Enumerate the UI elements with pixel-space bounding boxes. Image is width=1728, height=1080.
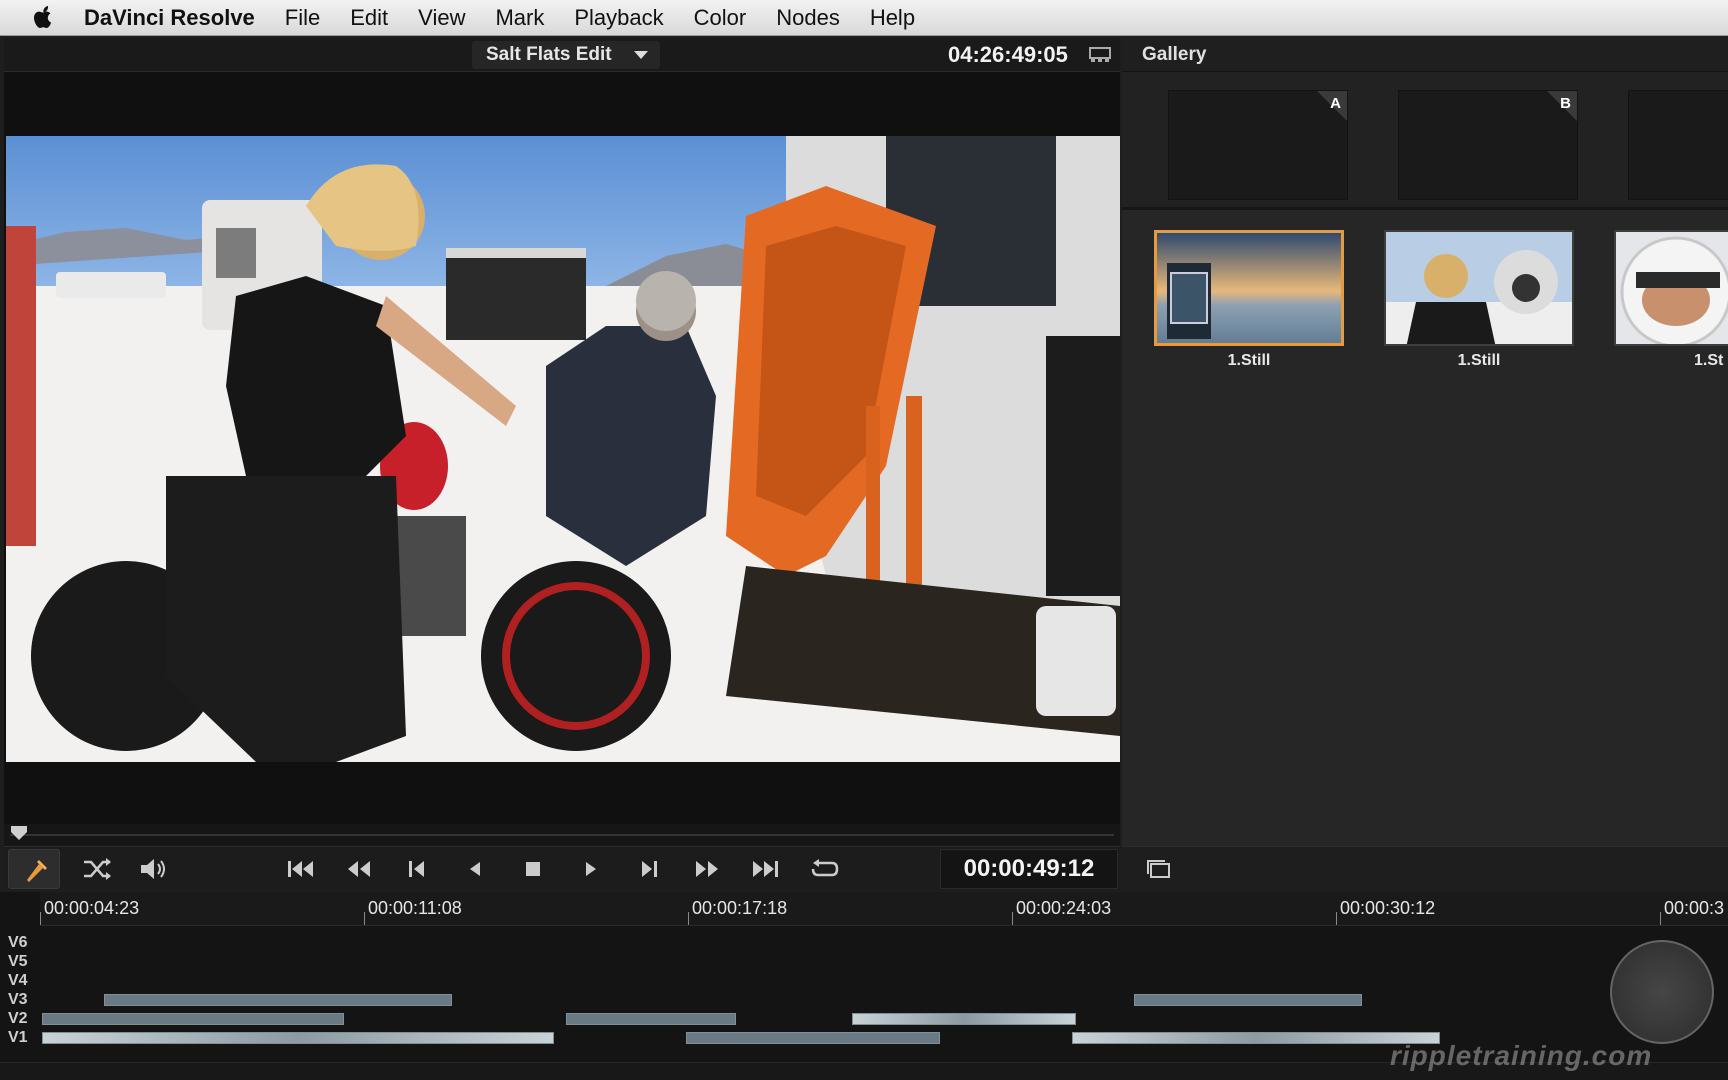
chevron-down-icon <box>634 51 648 59</box>
timeline-clip[interactable] <box>686 1032 940 1044</box>
transport-controls: 00:00:49:12 <box>4 846 1120 890</box>
apple-icon[interactable] <box>30 3 60 33</box>
memory-slot-a[interactable]: A <box>1168 90 1348 200</box>
viewer-mode-icon[interactable] <box>1089 47 1111 63</box>
playhead-marker-icon[interactable] <box>11 826 27 840</box>
source-timecode: 04:26:49:05 <box>948 42 1068 67</box>
skip-to-end-icon[interactable] <box>750 855 780 883</box>
timeline-ruler[interactable]: 00:00:04:23 00:00:11:08 00:00:17:18 00:0… <box>40 892 1728 926</box>
memory-label: B <box>1560 95 1571 112</box>
fast-forward-icon[interactable] <box>692 855 722 883</box>
still-label: 1.Still <box>1227 352 1271 369</box>
menu-mark[interactable]: Mark <box>495 5 544 31</box>
menu-playback[interactable]: Playback <box>574 5 663 31</box>
play-reverse-icon[interactable] <box>460 855 490 883</box>
ruler-timecode: 00:00:11:08 <box>368 898 462 918</box>
ruler-timecode: 00:00:24:03 <box>1016 898 1112 918</box>
track-v6[interactable]: V6 <box>0 934 1728 953</box>
timeline-clip-transition[interactable] <box>852 1013 1076 1025</box>
ruler-tick <box>364 912 365 925</box>
track-label: V2 <box>8 1010 28 1027</box>
track-v4[interactable]: V4 <box>0 972 1728 991</box>
skip-to-start-icon[interactable] <box>286 855 316 883</box>
timeline-clip[interactable] <box>1134 994 1362 1006</box>
ruler-tick <box>688 912 689 925</box>
menu-edit[interactable]: Edit <box>350 5 388 31</box>
clip-name: Salt Flats Edit <box>486 44 612 65</box>
gallery-panel: Gallery A B 1.Still 1.Still 1.St <box>1122 38 1728 890</box>
track-label: V3 <box>8 991 28 1008</box>
app-name-menu[interactable]: DaVinci Resolve <box>84 5 255 31</box>
timeline-clip-transition[interactable] <box>42 1032 554 1044</box>
still-label: 1.St <box>1694 352 1724 369</box>
memory-slot-b[interactable]: B <box>1398 90 1578 200</box>
viewer-panel: Salt Flats Edit 04:26:49:05 <box>4 38 1120 890</box>
still-image <box>1384 230 1574 346</box>
track-v2[interactable]: V2 <box>0 1010 1728 1029</box>
video-frame[interactable] <box>6 136 1120 762</box>
speaker-icon[interactable] <box>138 855 168 883</box>
menu-bar: DaVinci Resolve File Edit View Mark Play… <box>0 0 1728 36</box>
menu-help[interactable]: Help <box>870 5 915 31</box>
memories-strip: A B <box>1122 72 1728 210</box>
loop-icon[interactable] <box>810 855 840 883</box>
track-label: V5 <box>8 953 28 970</box>
record-timecode[interactable]: 00:00:49:12 <box>940 849 1118 889</box>
track-v5[interactable]: V5 <box>0 953 1728 972</box>
still-thumbnail[interactable]: 1.St <box>1614 230 1728 370</box>
menu-file[interactable]: File <box>285 5 320 31</box>
timeline-clip-transition[interactable] <box>1072 1032 1440 1044</box>
next-frame-icon[interactable] <box>634 855 664 883</box>
ruler-timecode: 00:00:17:18 <box>692 898 788 918</box>
shuffle-icon[interactable] <box>82 855 112 883</box>
stop-icon[interactable] <box>518 855 548 883</box>
ruler-tick <box>1660 912 1661 925</box>
still-image <box>1614 230 1728 346</box>
menu-nodes[interactable]: Nodes <box>776 5 840 31</box>
ruler-tick <box>1336 912 1337 925</box>
gallery-title: Gallery <box>1122 38 1728 72</box>
still-thumbnail[interactable]: 1.Still <box>1154 230 1344 370</box>
memory-slot-c[interactable] <box>1628 90 1728 200</box>
track-label: V4 <box>8 972 28 989</box>
play-icon[interactable] <box>576 855 606 883</box>
ruler-timecode: 00:00:30:12 <box>1340 898 1436 918</box>
still-image <box>1154 230 1344 346</box>
eyedropper-icon <box>27 860 47 882</box>
ruler-timecode: 00:00:04:23 <box>44 898 140 918</box>
menu-view[interactable]: View <box>418 5 465 31</box>
prev-frame-icon[interactable] <box>402 855 432 883</box>
watermark-text: rippletraining.com <box>1390 1040 1653 1071</box>
scrubber-bar[interactable] <box>4 824 1120 846</box>
gallery-footer <box>1122 846 1728 890</box>
rewind-icon[interactable] <box>344 855 374 883</box>
menu-color[interactable]: Color <box>694 5 747 31</box>
viewer-header: Salt Flats Edit 04:26:49:05 <box>4 38 1120 72</box>
memory-label: A <box>1330 95 1341 112</box>
timeline-clip[interactable] <box>42 1013 344 1025</box>
track-v3[interactable]: V3 <box>0 991 1728 1010</box>
gallery-view-icon[interactable] <box>1144 855 1174 883</box>
track-label: V6 <box>8 934 28 951</box>
scrubber-track <box>10 834 1114 836</box>
still-thumbnail[interactable]: 1.Still <box>1384 230 1574 370</box>
watermark-logo-icon <box>1610 940 1714 1044</box>
eyedropper-button[interactable] <box>8 849 60 889</box>
timeline-clip[interactable] <box>566 1013 736 1025</box>
still-label: 1.Still <box>1457 352 1501 369</box>
video-frame-image <box>6 136 1120 762</box>
ruler-tick <box>40 912 41 925</box>
stills-grid: 1.Still 1.Still 1.St <box>1122 214 1728 838</box>
clip-selector-dropdown[interactable]: Salt Flats Edit <box>472 41 660 69</box>
ruler-tick <box>1012 912 1013 925</box>
timeline-clip[interactable] <box>104 994 452 1006</box>
track-label: V1 <box>8 1029 28 1046</box>
ruler-timecode: 00:00:3 <box>1664 898 1725 918</box>
